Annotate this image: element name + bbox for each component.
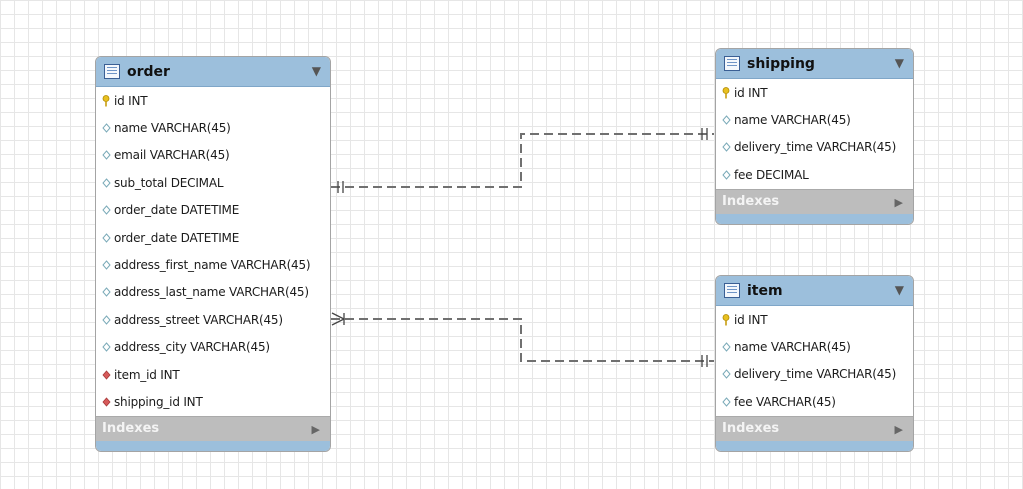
column-row[interactable]: fee DECIMAL (716, 161, 913, 188)
column-row[interactable]: item_id INT (96, 361, 330, 388)
red-diamond-icon (102, 369, 111, 380)
column-row[interactable]: id INT (96, 87, 330, 114)
relationship-order-item (331, 318, 714, 362)
table-shipping[interactable]: shipping ▼ id INT name VARCHAR(45) deliv… (715, 48, 914, 225)
column-label: item_id INT (114, 367, 180, 382)
column-label: sub_total DECIMAL (114, 175, 224, 190)
column-label: id INT (734, 312, 768, 327)
column-label: address_street VARCHAR(45) (114, 312, 283, 327)
column-label: name VARCHAR(45) (734, 113, 851, 128)
column-row[interactable]: delivery_time VARCHAR(45) (716, 361, 913, 388)
table-grid-icon (104, 64, 120, 79)
indexes-bar[interactable]: Indexes ▶ (96, 415, 330, 441)
column-label: address_city VARCHAR(45) (114, 340, 270, 355)
column-row[interactable]: id INT (716, 79, 913, 106)
indexes-label: Indexes (722, 421, 780, 437)
table-order-columns: id INT name VARCHAR(45) email VARCHAR(45… (96, 87, 330, 416)
diamond-outline-icon (102, 123, 111, 133)
column-label: shipping_id INT (114, 394, 203, 409)
diamond-outline-icon (102, 260, 111, 270)
indexes-label: Indexes (102, 421, 160, 437)
column-label: address_last_name VARCHAR(45) (114, 285, 309, 300)
column-row[interactable]: name VARCHAR(45) (96, 114, 330, 141)
column-label: fee VARCHAR(45) (734, 394, 836, 409)
column-label: delivery_time VARCHAR(45) (734, 367, 897, 382)
diamond-outline-icon (102, 205, 111, 216)
diamond-outline-icon (722, 142, 731, 153)
diamond-outline-icon (722, 342, 731, 352)
diamond-outline-icon (102, 287, 111, 298)
table-shipping-header[interactable]: shipping ▼ (716, 49, 913, 79)
column-row[interactable]: id INT (716, 306, 913, 333)
diamond-outline-icon (722, 115, 731, 125)
column-row[interactable]: name VARCHAR(45) (716, 106, 913, 133)
table-order-title: order (127, 63, 170, 80)
column-row[interactable]: name VARCHAR(45) (716, 333, 913, 360)
column-label: id INT (734, 85, 768, 100)
diamond-outline-icon (102, 232, 111, 243)
column-row[interactable]: fee VARCHAR(45) (716, 388, 913, 415)
table-item-columns: id INT name VARCHAR(45) delivery_time VA… (716, 306, 913, 416)
column-label: name VARCHAR(45) (734, 340, 851, 355)
column-row[interactable]: address_last_name VARCHAR(45) (96, 279, 330, 306)
column-label: fee DECIMAL (734, 167, 809, 182)
key-icon (722, 86, 730, 99)
column-label: id INT (114, 93, 148, 108)
triangle-down-icon[interactable]: ▼ (895, 283, 904, 297)
diamond-outline-icon (102, 315, 111, 325)
diamond-outline-icon (102, 150, 111, 161)
table-grid-icon (724, 283, 740, 298)
table-footer (716, 213, 913, 224)
table-grid-icon (724, 56, 740, 71)
column-row[interactable]: email VARCHAR(45) (96, 142, 330, 169)
key-icon (722, 313, 730, 326)
triangle-right-icon[interactable]: ▶ (895, 196, 903, 209)
table-shipping-columns: id INT name VARCHAR(45) delivery_time VA… (716, 79, 913, 189)
diamond-outline-icon (102, 178, 111, 188)
red-diamond-icon (102, 397, 111, 407)
indexes-bar[interactable]: Indexes ▶ (716, 415, 913, 441)
indexes-bar[interactable]: Indexes ▶ (716, 188, 913, 214)
diamond-outline-icon (722, 397, 731, 407)
column-label: order_date DATETIME (114, 203, 240, 218)
column-label: name VARCHAR(45) (114, 121, 231, 136)
triangle-right-icon[interactable]: ▶ (312, 423, 320, 436)
table-item[interactable]: item ▼ id INT name VARCHAR(45) delivery_… (715, 275, 914, 452)
table-order-header[interactable]: order ▼ (96, 57, 330, 87)
column-row[interactable]: address_street VARCHAR(45) (96, 306, 330, 333)
column-row[interactable]: order_date DATETIME (96, 224, 330, 251)
table-footer (96, 440, 330, 451)
column-row[interactable]: address_city VARCHAR(45) (96, 334, 330, 361)
diamond-outline-icon (102, 342, 111, 352)
relationship-order-shipping (331, 133, 714, 188)
table-shipping-title: shipping (747, 55, 815, 72)
table-order[interactable]: order ▼ id INT name VARCHAR(45) email VA… (95, 56, 331, 452)
column-row[interactable]: address_first_name VARCHAR(45) (96, 251, 330, 278)
table-item-header[interactable]: item ▼ (716, 276, 913, 306)
column-label: order_date DATETIME (114, 230, 240, 245)
column-label: address_first_name VARCHAR(45) (114, 258, 311, 273)
triangle-down-icon[interactable]: ▼ (895, 56, 904, 70)
column-label: email VARCHAR(45) (114, 148, 230, 163)
column-row[interactable]: order_date DATETIME (96, 197, 330, 224)
column-row[interactable]: delivery_time VARCHAR(45) (716, 134, 913, 161)
column-row[interactable]: sub_total DECIMAL (96, 169, 330, 196)
table-footer (716, 440, 913, 451)
column-row[interactable]: shipping_id INT (96, 388, 330, 415)
diamond-outline-icon (722, 369, 731, 380)
indexes-label: Indexes (722, 194, 780, 210)
diamond-outline-icon (722, 170, 731, 180)
table-item-title: item (747, 282, 783, 299)
triangle-down-icon[interactable]: ▼ (312, 64, 321, 78)
triangle-right-icon[interactable]: ▶ (895, 423, 903, 436)
key-icon (102, 94, 110, 107)
column-label: delivery_time VARCHAR(45) (734, 140, 897, 155)
